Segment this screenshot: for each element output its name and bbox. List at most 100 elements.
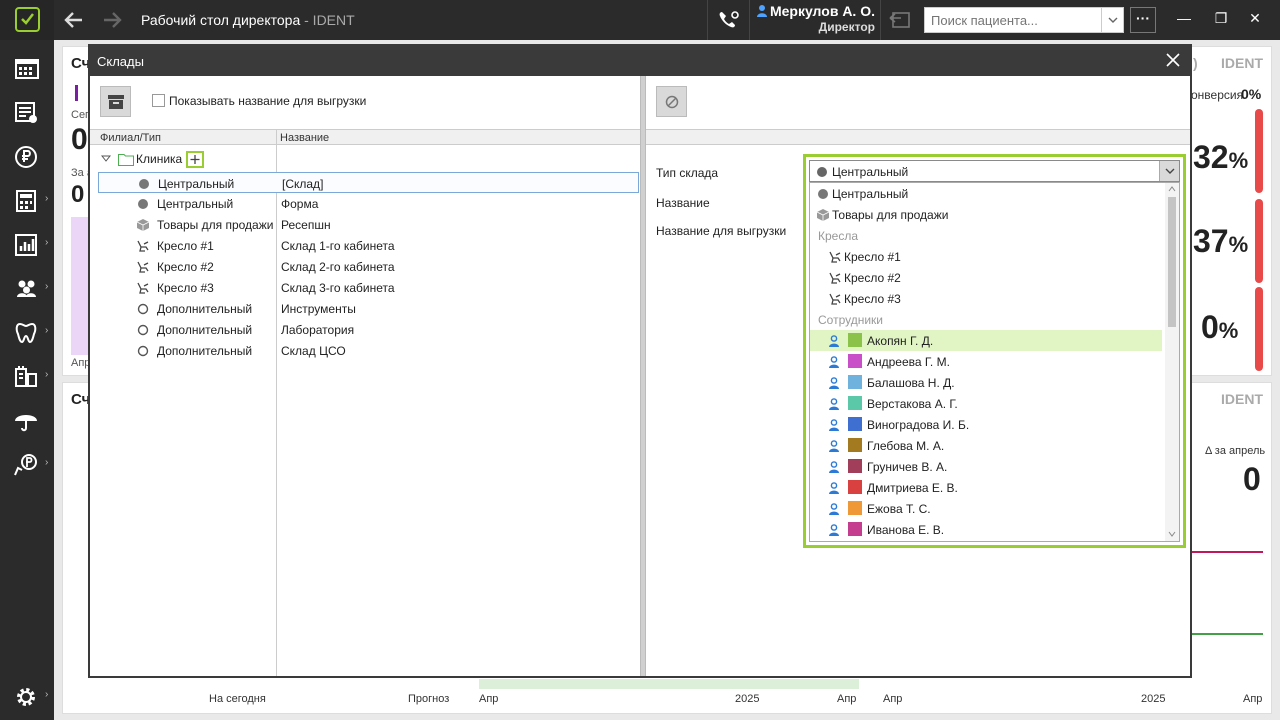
warehouse-type-cell: Дополнительный [157,344,253,358]
color-swatch [848,438,862,452]
dropdown-option[interactable]: Иванова Е. В. [810,519,1162,540]
dropdown-option[interactable]: Акопян Г. Д. [810,330,1162,351]
scrollbar-thumb[interactable] [1168,197,1176,327]
kpi-percent-3: 0% [1201,309,1238,346]
warehouse-name-cell: Ресепшн [281,218,331,232]
dropdown-option[interactable]: Центральный [810,183,1162,204]
dropdown-option[interactable]: Дмитриева Е. В. [810,477,1162,498]
more-options-button[interactable]: ··· [1130,7,1156,33]
forecast-label: Прогноз [408,693,450,705]
dropdown-option[interactable]: Кресло #1 [810,246,1162,267]
return-card-icon[interactable] [887,8,913,32]
select-chevron-down-icon[interactable] [1159,161,1179,181]
show-export-name-checkbox[interactable] [152,94,165,107]
user-role: Директор [818,20,875,34]
dropdown-option[interactable]: Ежова Т. С. [810,498,1162,519]
dropdown-option[interactable]: Виноградова И. Б. [810,414,1162,435]
restore-button[interactable]: ❐ [1211,10,1231,30]
warehouse-row[interactable]: Дополнительный Инструменты [90,298,640,319]
sidebar-item-schedule[interactable] [0,48,54,88]
show-export-name-toggle[interactable]: Показывать название для выгрузки [152,94,366,108]
people-icon [17,280,36,297]
dropdown-option-label: Кресла [818,229,859,243]
warehouse-row[interactable]: Центральный [Склад] [98,172,639,193]
app-logo[interactable] [0,0,54,40]
person-icon [829,440,839,452]
dropdown-option-label: Акопян Г. Д. [867,334,934,348]
window-close-button[interactable]: ✕ [1245,10,1265,30]
sidebar-item-warehouse[interactable]: › [0,356,54,396]
legend-marker [75,85,78,101]
warehouse-row[interactable]: Товары для продажи Ресепшн [90,214,640,235]
sidebar-item-settings[interactable]: › [0,676,54,716]
warehouse-row[interactable]: Дополнительный Склад ЦСО [90,340,640,361]
forward-arrow-icon[interactable] [100,8,124,32]
color-swatch [848,333,862,347]
warehouse-type-cell: Центральный [157,197,234,211]
chart-line-red [1191,551,1263,553]
status-bar [1255,109,1263,193]
warehouse-row[interactable]: Кресло #1 Склад 1-го кабинета [90,235,640,256]
dropdown-option[interactable]: Балашова Н. Д. [810,372,1162,393]
cube-icon [816,209,830,221]
user-name-line: Меркулов А. О. [750,3,875,19]
warehouse-list-pane: Показывать название для выгрузки Филиал/… [90,76,640,676]
dialog-title: Склады [97,54,144,69]
warehouse-type-select[interactable]: Центральный [809,160,1180,182]
phone-settings-icon[interactable] [716,8,742,32]
warehouse-name-cell: Склад 3-го кабинета [281,281,395,295]
ident-label: IDENT [1221,391,1263,407]
dropdown-option[interactable]: Андреева Г. М. [810,351,1162,372]
sidebar-item-payments[interactable]: › [0,444,54,484]
scroll-down-icon[interactable] [1168,531,1176,537]
search-chevron-down-icon[interactable] [1101,8,1123,32]
archive-button[interactable] [100,86,131,117]
column-header-branch-type[interactable]: Филиал/Тип [100,132,161,144]
warehouse-row[interactable]: Кресло #2 Склад 2-го кабинета [90,256,640,277]
minimize-button[interactable]: — [1174,10,1194,30]
sidebar-item-finance[interactable] [0,136,54,176]
warehouse-row[interactable]: Центральный Форма [90,193,640,214]
folder-icon [118,154,134,166]
person-icon [829,335,839,347]
dropdown-option[interactable]: Кресло #2 [810,267,1162,288]
chevron-right-icon: › [45,325,49,336]
warehouses-dialog: Склады Показывать название для выгрузки … [88,44,1192,678]
add-warehouse-button[interactable] [186,151,204,168]
warehouse-row[interactable]: Дополнительный Лаборатория [90,319,640,340]
warehouse-name-cell: Инструменты [281,302,356,316]
color-swatch [848,501,862,515]
dropdown-option[interactable]: Глебова М. А. [810,435,1162,456]
dental-chair-icon [829,293,841,305]
patient-search[interactable] [924,7,1124,33]
expand-triangle-icon[interactable] [101,155,111,163]
chevron-right-icon: › [45,369,49,380]
dropdown-option[interactable]: Груничев В. А. [810,456,1162,477]
scroll-up-icon[interactable] [1168,186,1176,192]
check-logo-icon [15,7,40,32]
today-label: На сегодня [209,693,266,705]
sidebar-item-staff[interactable]: › [0,268,54,308]
sidebar-item-tasks[interactable] [0,92,54,132]
sidebar-item-reports[interactable]: › [0,224,54,264]
warehouse-row[interactable]: Кресло #3 Склад 3-го кабинета [90,277,640,298]
top-bar: Рабочий стол директора - IDENT Меркулов … [0,0,1280,40]
dropdown-option[interactable]: Верстакова А. Г. [810,393,1162,414]
sidebar-item-insurance[interactable] [0,400,54,440]
sidebar-item-calculator[interactable]: › [0,180,54,220]
dialog-close-icon[interactable] [1164,51,1182,69]
dropdown-scrollbar[interactable] [1165,183,1179,541]
sidebar-item-dentistry[interactable]: › [0,312,54,352]
kpi-value: 37 [1193,223,1229,259]
tree-root-clinic[interactable]: Клиника [90,150,290,168]
dropdown-option[interactable]: Кресло #3 [810,288,1162,309]
dropdown-option[interactable]: Товары для продажи [810,204,1162,225]
patient-search-input[interactable] [925,8,1101,32]
percent-sign: % [1228,232,1249,257]
tree-root-label: Клиника [136,152,183,166]
status-bar [1255,287,1263,371]
current-user[interactable]: Меркулов А. О. Директор [750,3,875,37]
column-header-name[interactable]: Название [280,132,329,144]
disable-button[interactable] [656,86,687,117]
back-arrow-icon[interactable] [62,8,86,32]
